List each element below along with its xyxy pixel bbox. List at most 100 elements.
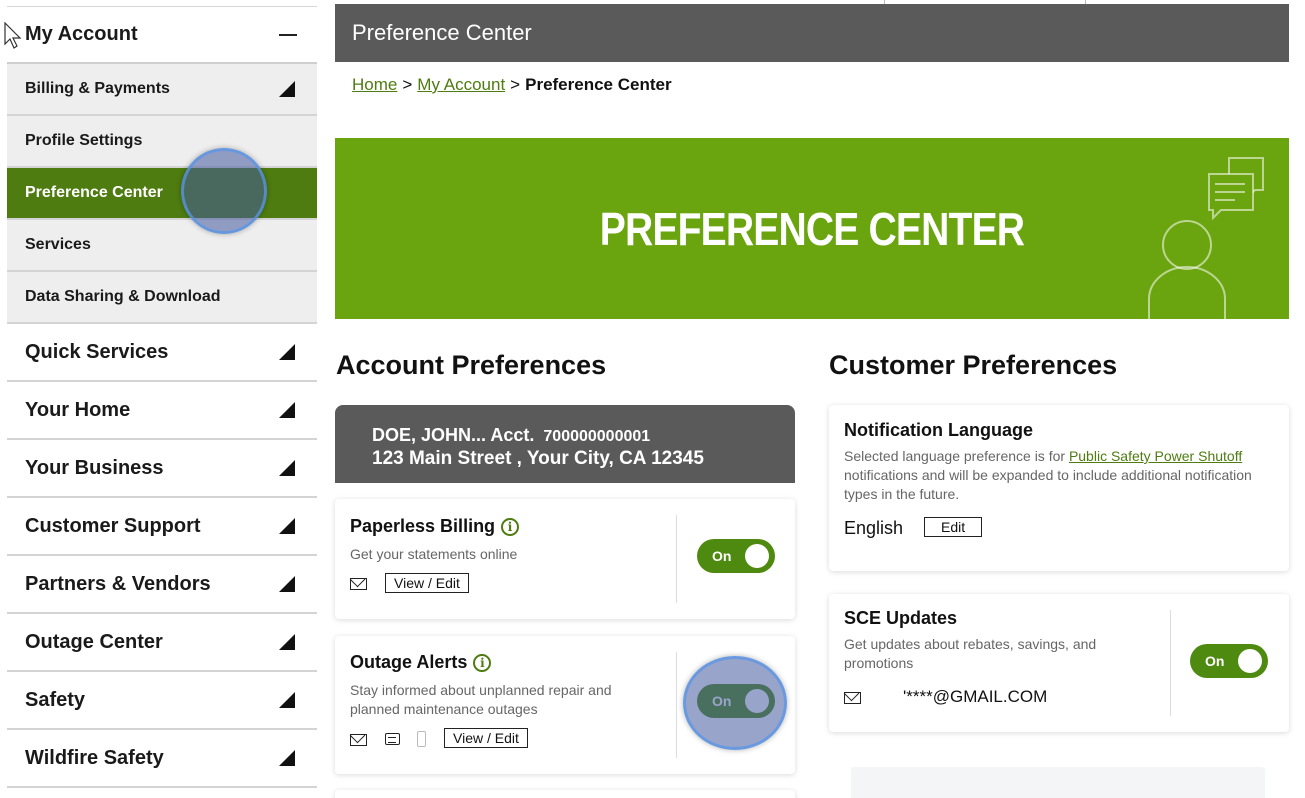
expand-arrow-icon[interactable] (279, 460, 295, 476)
desc-text: notifications and will be expanded to in… (844, 467, 1252, 502)
language-value: English (844, 518, 904, 538)
mail-icon (350, 578, 367, 590)
sidebar-item-label: Wildfire Safety (25, 746, 164, 769)
card-divider (1170, 610, 1171, 716)
breadcrumb: Home > My Account > Preference Center (352, 75, 672, 95)
paperless-billing-title-row: Paperless Billing i (350, 516, 520, 537)
expand-arrow-icon[interactable] (279, 518, 295, 534)
outage-alerts-title-row: Outage Alerts i (350, 652, 492, 673)
expand-arrow-icon[interactable] (279, 692, 295, 708)
sidebar-item-profile-settings[interactable]: Profile Settings (7, 116, 317, 168)
notification-language-card: Notification Language Selected language … (829, 405, 1289, 571)
outage-alerts-title: Outage Alerts (350, 652, 468, 672)
person-chat-icon (1148, 157, 1264, 319)
outage-view-edit-button[interactable]: View / Edit (444, 728, 528, 748)
toggle-label: On (1205, 653, 1225, 669)
sidebar-item-label: Quick Services (25, 340, 169, 363)
expand-arrow-icon[interactable] (279, 750, 295, 766)
account-name: DOE, JOHN... Acct. (372, 425, 535, 445)
click-highlight-marker (683, 656, 787, 750)
sidebar-item-wildfire-safety[interactable]: Wildfire Safety (7, 730, 317, 788)
sidebar-header-my-account[interactable]: My Account (7, 6, 317, 64)
account-address: 123 Main Street , Your City, CA 12345 (372, 448, 704, 469)
sce-updates-email: '****@GMAIL.COM (903, 687, 1048, 706)
sidebar-item-preference-center[interactable]: Preference Center (7, 168, 317, 220)
psps-link[interactable]: Public Safety Power Shutoff (1069, 448, 1242, 464)
placeholder-panel (851, 767, 1265, 798)
sce-updates-desc: Get updates about rebates, savings, and … (844, 636, 1097, 671)
phone-icon (417, 731, 426, 747)
sidebar-item-label: Profile Settings (25, 132, 143, 149)
sidebar-item-your-business[interactable]: Your Business (7, 440, 317, 498)
breadcrumb-separator: > (402, 75, 413, 94)
sidebar-item-label: Your Business (25, 456, 164, 479)
account-preferences-heading: Account Preferences (336, 350, 607, 380)
text-message-icon (385, 733, 400, 745)
sidebar-item-label: Partners & Vendors (25, 572, 211, 595)
sidebar-item-outage-center[interactable]: Outage Center (7, 614, 317, 672)
toggle-knob (745, 544, 769, 568)
mail-icon (844, 692, 861, 704)
page: My Account Billing & Payments Profile Se… (0, 0, 1305, 798)
account-summary-card: DOE, JOHN... Acct. 700000000001 123 Main… (335, 405, 795, 483)
sidebar-item-services[interactable]: Services (7, 220, 317, 272)
account-name-line: DOE, JOHN... Acct. 700000000001 (372, 425, 795, 446)
sidebar-nav: My Account Billing & Payments Profile Se… (7, 6, 317, 788)
sidebar-item-customer-support[interactable]: Customer Support (7, 498, 317, 556)
expand-arrow-icon[interactable] (279, 344, 295, 360)
toggle-label: On (712, 548, 732, 564)
sidebar-item-billing-payments[interactable]: Billing & Payments (7, 64, 317, 116)
paperless-view-edit-button[interactable]: View / Edit (385, 573, 469, 593)
page-header-bar: Preference Center (335, 4, 1289, 62)
sidebar-item-data-sharing[interactable]: Data Sharing & Download (7, 272, 317, 324)
toggle-knob (1238, 649, 1262, 673)
breadcrumb-separator: > (510, 75, 521, 94)
paperless-billing-desc: Get your statements online (350, 546, 518, 562)
sidebar-item-label: Data Sharing & Download (25, 288, 221, 305)
outage-alerts-desc-line: planned maintenance outages (350, 701, 538, 717)
card-divider (676, 515, 677, 603)
card-divider (676, 652, 677, 758)
sidebar-item-label: Safety (25, 688, 86, 711)
mail-icon (350, 734, 367, 746)
sidebar-item-label: Preference Center (25, 184, 163, 201)
expand-arrow-icon[interactable] (279, 576, 295, 592)
info-icon[interactable]: i (473, 653, 492, 672)
sidebar-item-label: Customer Support (25, 514, 201, 537)
info-icon[interactable]: i (501, 517, 520, 536)
breadcrumb-account-link[interactable]: My Account (417, 75, 505, 94)
sidebar-item-label: Services (25, 236, 91, 253)
sidebar-item-safety[interactable]: Safety (7, 672, 317, 730)
hero-banner: PREFERENCE CENTER (335, 138, 1289, 319)
sce-updates-card: SCE Updates Get updates about rebates, s… (829, 594, 1289, 732)
sidebar-item-label: Billing & Payments (25, 80, 170, 97)
banner-title: PREFERENCE CENTER (599, 203, 1025, 255)
expand-arrow-icon[interactable] (279, 634, 295, 650)
paperless-billing-card: Paperless Billing i Get your statements … (335, 499, 795, 619)
sce-updates-title: SCE Updates (844, 608, 958, 628)
mouse-cursor-icon (4, 22, 22, 49)
sidebar-item-label: Outage Center (25, 630, 163, 653)
click-highlight-marker (181, 148, 267, 234)
sidebar-item-partners-vendors[interactable]: Partners & Vendors (7, 556, 317, 614)
sidebar-item-your-home[interactable]: Your Home (7, 382, 317, 440)
expand-arrow-icon[interactable] (279, 81, 295, 97)
next-preference-card (335, 790, 795, 798)
language-edit-button[interactable]: Edit (924, 517, 983, 537)
outage-alerts-desc: Stay informed about unplanned repair and… (350, 681, 612, 719)
desc-text: Selected language preference is for (844, 448, 1066, 464)
paperless-billing-toggle[interactable]: On (697, 539, 775, 573)
sidebar-item-label: Your Home (25, 398, 131, 421)
notification-language-desc: Selected language preference is for Publ… (844, 447, 1279, 504)
sidebar-item-quick-services[interactable]: Quick Services (7, 324, 317, 382)
paperless-billing-title: Paperless Billing (350, 516, 496, 536)
notification-language-title: Notification Language (844, 420, 1033, 440)
account-number: 700000000001 (543, 428, 651, 445)
collapse-icon[interactable] (279, 33, 297, 36)
sidebar-header-label: My Account (25, 23, 138, 45)
page-title: Preference Center (352, 20, 532, 45)
sce-updates-toggle[interactable]: On (1190, 644, 1268, 678)
breadcrumb-home-link[interactable]: Home (352, 75, 397, 94)
expand-arrow-icon[interactable] (279, 402, 295, 418)
customer-preferences-heading: Customer Preferences (829, 350, 1118, 380)
